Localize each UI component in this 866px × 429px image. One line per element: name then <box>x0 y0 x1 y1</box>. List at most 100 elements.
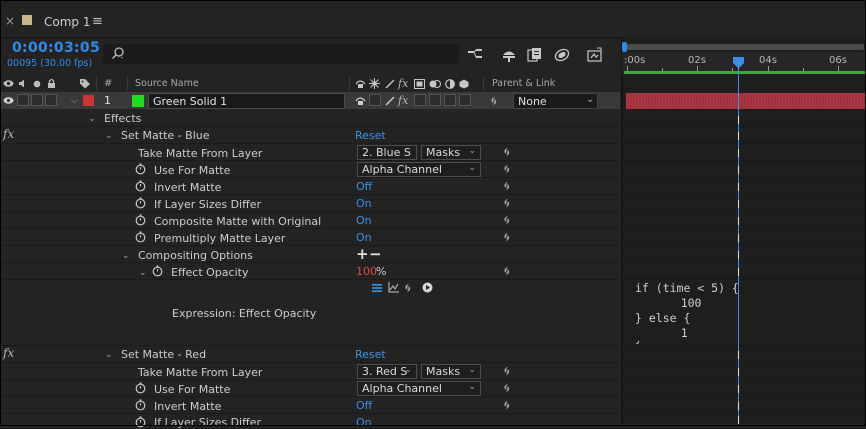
composition-tab-title[interactable]: Comp 1 <box>44 15 90 29</box>
reset-button[interactable]: Reset <box>355 348 386 361</box>
effect-name-set-matte-blue[interactable]: Set Matte - Blue <box>121 129 210 142</box>
current-time-display[interactable]: 0:00:03:05 <box>12 40 100 56</box>
prop-invert-matte-label: Invert Matte <box>154 400 222 413</box>
invert-matte-value[interactable]: Off <box>356 399 372 412</box>
layer-label-color[interactable] <box>83 95 94 106</box>
expression-language-menu-icon[interactable] <box>422 282 433 293</box>
pickwhip-icon[interactable]: 🌀︎ <box>504 264 510 279</box>
pickwhip-icon[interactable]: 🌀︎ <box>504 179 510 194</box>
take-matte-mode-dropdown[interactable]: Masks ⌄ <box>421 145 481 160</box>
stopwatch-icon[interactable] <box>135 231 146 243</box>
remove-mask-icon[interactable]: − <box>369 245 382 263</box>
collapse-transformations-icon <box>369 78 380 89</box>
time-navigator-bar[interactable] <box>624 44 864 50</box>
stopwatch-icon[interactable] <box>135 382 146 394</box>
effects-twirl-icon[interactable]: ⌄ <box>88 114 96 124</box>
take-matte-mode-dropdown[interactable]: Masks ⌄ <box>421 364 481 379</box>
composition-mini-flowchart-icon[interactable] <box>466 47 484 63</box>
graph-post-expression-icon[interactable] <box>388 282 400 293</box>
parent-pickwhip-icon[interactable]: 🌀︎ <box>491 94 497 109</box>
panel-menu-icon[interactable]: ≡ <box>92 14 103 29</box>
video-eye-icon <box>3 80 14 87</box>
frame-blend-switch[interactable] <box>414 94 426 106</box>
parent-link-column-header[interactable]: Parent & Link <box>492 78 555 89</box>
expression-pickwhip-icon[interactable]: 🌀︎ <box>405 281 411 296</box>
lock-toggle[interactable] <box>45 94 57 106</box>
3d-switch[interactable] <box>459 94 471 106</box>
layer-effect-switch-icon[interactable]: fx <box>398 94 408 107</box>
keyframe-ibeam-icon: I <box>736 249 741 262</box>
expression-line[interactable]: if (time < 5) { <box>635 281 739 295</box>
opacity-twirl-icon[interactable]: ⌄ <box>139 268 147 278</box>
effect-opacity-value[interactable]: 100 <box>356 265 377 278</box>
composite-value[interactable]: On <box>356 214 372 227</box>
pickwhip-icon[interactable]: 🌀︎ <box>504 230 510 245</box>
expression-line[interactable]: 1 <box>653 326 688 340</box>
solo-toggle[interactable] <box>31 94 43 106</box>
layer-name[interactable]: Green Solid 1 <box>153 95 227 108</box>
solid-color-swatch <box>132 95 144 107</box>
take-matte-layer-dropdown[interactable]: 2. Blue S ⌄ <box>357 145 417 160</box>
layer-sizes-value[interactable]: On <box>356 416 372 429</box>
effect-fx-icon[interactable]: fx <box>3 127 14 141</box>
pickwhip-icon[interactable]: 🌀︎ <box>504 398 510 413</box>
premultiply-value[interactable]: On <box>356 231 372 244</box>
collapse-switch[interactable] <box>369 94 381 106</box>
layer-shy-switch-icon[interactable] <box>355 96 366 106</box>
motion-blur-switch[interactable] <box>429 94 441 106</box>
effect-twirl-icon[interactable]: ⌄ <box>105 350 113 360</box>
stopwatch-icon[interactable] <box>135 214 146 226</box>
work-area-bar[interactable] <box>624 71 865 74</box>
invert-matte-value[interactable]: Off <box>356 180 372 193</box>
effect-name-set-matte-red[interactable]: Set Matte - Red <box>121 348 206 361</box>
pickwhip-icon[interactable]: 🌀︎ <box>504 381 510 396</box>
use-for-matte-dropdown[interactable]: Alpha Channel ⌄ <box>357 162 481 177</box>
effect-fx-icon[interactable]: fx <box>3 346 14 360</box>
close-tab-icon[interactable]: × <box>5 14 15 28</box>
stopwatch-icon[interactable] <box>135 399 146 411</box>
reset-button[interactable]: Reset <box>355 129 386 142</box>
stopwatch-icon[interactable] <box>152 265 163 277</box>
pickwhip-icon[interactable]: 🌀︎ <box>504 196 510 211</box>
pickwhip-icon[interactable]: 🌀︎ <box>504 213 510 228</box>
adjustment-switch[interactable] <box>444 94 456 106</box>
solo-dot-icon <box>33 80 41 88</box>
add-mask-icon[interactable]: + <box>356 245 369 263</box>
pickwhip-icon[interactable]: 🌀︎ <box>504 145 510 160</box>
source-name-column-header[interactable]: Source Name <box>135 78 199 89</box>
draft-3d-icon[interactable] <box>500 47 518 63</box>
frame-blending-icon[interactable] <box>553 47 571 63</box>
stopwatch-icon[interactable] <box>135 163 146 175</box>
time-navigator-start-handle[interactable] <box>622 42 627 52</box>
keyframe-ibeam-icon: I <box>736 266 741 279</box>
stopwatch-icon[interactable] <box>135 197 146 209</box>
keyframe-ibeam-icon: I <box>736 232 741 245</box>
motion-blur-icon[interactable] <box>586 47 604 63</box>
compositing-twirl-icon[interactable]: ⌄ <box>122 251 130 261</box>
tick-label: :00s <box>624 55 646 66</box>
layer-search-input[interactable] <box>103 44 459 64</box>
use-for-matte-dropdown[interactable]: Alpha Channel ⌄ <box>357 381 481 396</box>
expression-line[interactable]: } else { <box>635 311 690 325</box>
take-matte-layer-dropdown[interactable]: 3. Red S ⌄ <box>357 364 417 379</box>
prop-premultiply-label: Premultiply Matte Layer <box>154 232 286 245</box>
stopwatch-icon[interactable] <box>135 416 146 428</box>
keyframe-ibeam-icon: I <box>736 198 741 211</box>
layer-sizes-value[interactable]: On <box>356 197 372 210</box>
expression-line[interactable]: } <box>635 341 642 345</box>
hide-shy-layers-icon[interactable] <box>526 47 544 63</box>
stopwatch-icon[interactable] <box>135 180 146 192</box>
expression-enable-icon[interactable] <box>371 283 383 293</box>
layer-visibility-eye-icon[interactable] <box>3 96 14 105</box>
playhead-icon[interactable] <box>732 57 745 69</box>
layer-twirl-chevron-icon[interactable]: ⌵ <box>71 96 78 106</box>
keyframe-ibeam-icon: I <box>736 215 741 228</box>
expression-line[interactable]: 100 <box>653 296 702 310</box>
pickwhip-icon[interactable]: 🌀︎ <box>504 162 510 177</box>
layer-quality-switch-icon[interactable] <box>385 96 395 106</box>
prop-invert-matte-label: Invert Matte <box>154 181 222 194</box>
audio-toggle[interactable] <box>17 94 29 106</box>
effect-twirl-icon[interactable]: ⌄ <box>105 131 113 141</box>
pickwhip-icon[interactable]: 🌀︎ <box>504 364 510 379</box>
chevron-down-icon: ⌄ <box>586 94 595 105</box>
